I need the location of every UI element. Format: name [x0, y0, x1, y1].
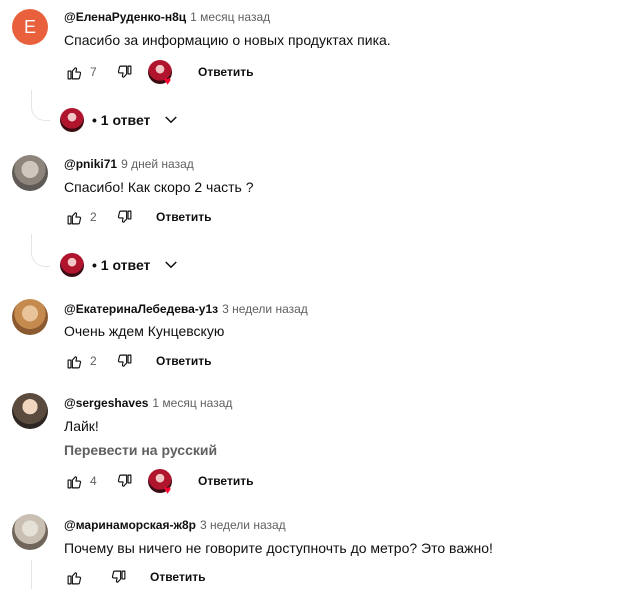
- replies-count: • 1 ответ: [92, 257, 151, 273]
- comment-header: @маринаморская-ж8р 3 недели назад: [64, 518, 286, 532]
- timestamp[interactable]: 3 недели назад: [200, 518, 286, 532]
- creator-avatar: [60, 108, 84, 132]
- replies-toggle[interactable]: • 1 ответ: [60, 106, 180, 134]
- comment-text: Спасибо за информацию о новых продуктах …: [64, 32, 391, 48]
- comment-header: @sergeshaves 1 месяц назад: [64, 396, 232, 410]
- thumb-down-icon[interactable]: [114, 471, 134, 491]
- author-name[interactable]: @ЕленаРуденко-н8ц: [64, 10, 186, 24]
- thumb-up-icon[interactable]: [64, 351, 84, 371]
- timestamp[interactable]: 1 месяц назад: [190, 10, 270, 24]
- comment-actions: 2 Ответить: [64, 205, 211, 229]
- comment-actions: 2 Ответить: [64, 349, 211, 373]
- author-name[interactable]: @ЕкатеринаЛебедева-у1з: [64, 302, 218, 316]
- chevron-down-icon: [165, 261, 178, 269]
- thread-line: [31, 234, 32, 248]
- creator-heart: ♥: [148, 469, 172, 496]
- reply-button[interactable]: Ответить: [156, 206, 211, 228]
- reply-button[interactable]: Ответить: [198, 470, 253, 492]
- like-count: 7: [90, 65, 97, 79]
- thread-line: [31, 90, 32, 102]
- chevron-down-icon: [165, 116, 178, 124]
- thumb-down-icon[interactable]: [114, 351, 134, 371]
- thumb-down-icon[interactable]: [114, 207, 134, 227]
- reply-button[interactable]: Ответить: [150, 566, 205, 588]
- comment-actions: 7 ♥ Ответить: [64, 60, 253, 87]
- creator-avatar: [60, 253, 84, 277]
- thread-connector: [31, 102, 50, 121]
- like-count: 4: [90, 474, 97, 488]
- author-name[interactable]: @sergeshaves: [64, 396, 148, 410]
- timestamp[interactable]: 9 дней назад: [121, 157, 194, 171]
- like-count: 2: [90, 354, 97, 368]
- timestamp[interactable]: 1 месяц назад: [152, 396, 232, 410]
- avatar[interactable]: E: [12, 9, 48, 45]
- avatar[interactable]: [12, 299, 48, 335]
- reply-button[interactable]: Ответить: [198, 61, 253, 83]
- reply-button[interactable]: Ответить: [156, 350, 211, 372]
- thread-connector: [31, 248, 50, 267]
- avatar[interactable]: [12, 514, 48, 550]
- thumb-up-icon[interactable]: [64, 471, 84, 491]
- like-count: 2: [90, 210, 97, 224]
- author-name[interactable]: @pniki71: [64, 157, 117, 171]
- thumb-up-icon[interactable]: [64, 62, 84, 82]
- thumb-down-icon[interactable]: [114, 62, 134, 82]
- comment-text: Очень ждем Кунцевскую: [64, 323, 225, 339]
- avatar[interactable]: [12, 155, 48, 191]
- thumb-up-icon[interactable]: [64, 567, 84, 587]
- translate-link[interactable]: Перевести на русский: [64, 442, 217, 458]
- timestamp[interactable]: 3 недели назад: [222, 302, 308, 316]
- comment-actions: Ответить: [64, 565, 205, 589]
- replies-count: • 1 ответ: [92, 112, 151, 128]
- comment-actions: 4 ♥ Ответить: [64, 469, 253, 496]
- avatar-letter: E: [23, 16, 36, 37]
- thumb-up-icon[interactable]: [64, 207, 84, 227]
- comment-header: @ЕленаРуденко-н8ц 1 месяц назад: [64, 10, 270, 24]
- creator-heart: ♥: [148, 60, 172, 87]
- comment-text: Почему вы ничего не говорите доступночть…: [64, 540, 493, 556]
- replies-toggle[interactable]: • 1 ответ: [60, 251, 180, 279]
- author-name[interactable]: @маринаморская-ж8р: [64, 518, 196, 532]
- thumb-down-icon[interactable]: [108, 567, 128, 587]
- avatar[interactable]: [12, 393, 48, 429]
- comment-text: Спасибо! Как скоро 2 часть ?: [64, 179, 254, 195]
- thread-line: [31, 560, 32, 589]
- comment-header: @ЕкатеринаЛебедева-у1з 3 недели назад: [64, 302, 308, 316]
- comment-text: Лайк!: [64, 418, 99, 434]
- creator-heart-icon: ♥: [164, 483, 172, 497]
- creator-heart-icon: ♥: [164, 74, 172, 88]
- comment-header: @pniki71 9 дней назад: [64, 157, 194, 171]
